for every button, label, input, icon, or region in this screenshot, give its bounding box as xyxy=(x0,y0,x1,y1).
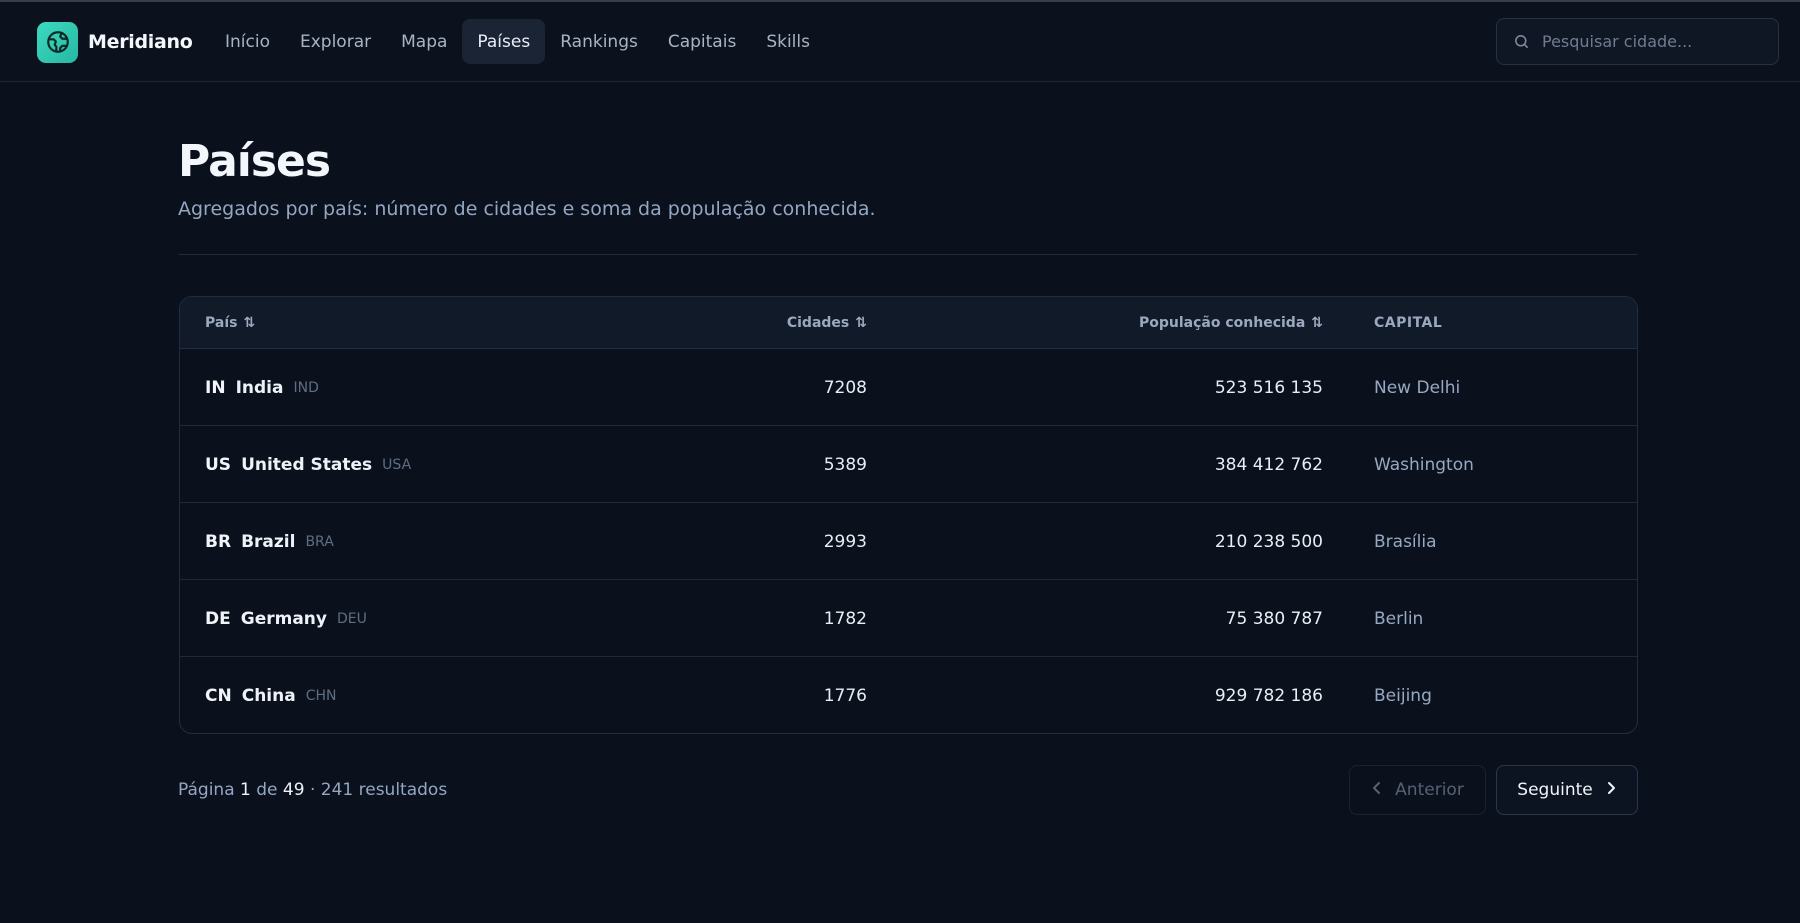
chevron-right-icon xyxy=(1605,781,1617,799)
capital-name: Beijing xyxy=(1374,685,1432,706)
sort-icon: ⇅ xyxy=(855,315,867,331)
country-cell: CN China CHN xyxy=(205,657,337,733)
page-subtitle: Agregados por país: número de cidades e … xyxy=(178,198,876,220)
nav-item-capitais[interactable]: Capitais xyxy=(653,19,751,64)
top-navbar: Meridiano Início Explorar Mapa Países Ra… xyxy=(0,2,1800,82)
capital-name: Brasília xyxy=(1374,531,1437,552)
pagination-prefix: Página xyxy=(178,780,235,800)
population-value: 929 782 186 xyxy=(1214,685,1323,706)
main-nav: Início Explorar Mapa Países Rankings Cap… xyxy=(210,19,825,64)
nav-item-mapa[interactable]: Mapa xyxy=(386,19,462,64)
population-value: 384 412 762 xyxy=(1214,454,1323,475)
next-page-button[interactable]: Seguinte xyxy=(1496,765,1638,815)
nav-item-paises[interactable]: Países xyxy=(462,19,546,64)
population-value: 75 380 787 xyxy=(1225,608,1323,629)
table-row[interactable]: BR Brazil BRA 2993 210 238 500 Brasília xyxy=(180,503,1637,580)
table-header: País ⇅ Cidades ⇅ População conhecida ⇅ C… xyxy=(180,297,1637,349)
header-divider xyxy=(178,254,1638,255)
country-iso3: CHN xyxy=(305,687,337,704)
capital-name: New Delhi xyxy=(1374,377,1461,398)
cities-count: 1776 xyxy=(823,685,867,706)
table-row[interactable]: DE Germany DEU 1782 75 380 787 Berlin xyxy=(180,580,1637,657)
column-header-cities[interactable]: Cidades ⇅ xyxy=(787,297,867,349)
country-cell: US United States USA xyxy=(205,426,411,503)
sort-icon: ⇅ xyxy=(243,315,256,331)
country-name[interactable]: United States xyxy=(241,455,372,475)
country-iso3: DEU xyxy=(336,610,367,627)
cities-count: 1782 xyxy=(823,608,867,629)
country-name[interactable]: India xyxy=(236,378,284,398)
country-code: IN xyxy=(205,377,226,398)
cities-count: 7208 xyxy=(823,377,867,398)
total-pages: 49 xyxy=(282,780,305,800)
search-icon xyxy=(1515,35,1528,48)
country-code: CN xyxy=(205,685,232,706)
results-count: · 241 resultados xyxy=(309,780,448,800)
nav-item-skills[interactable]: Skills xyxy=(751,19,825,64)
table-row[interactable]: CN China CHN 1776 929 782 186 Beijing xyxy=(180,657,1637,733)
search-input[interactable] xyxy=(1542,32,1762,51)
table-row[interactable]: IN India IND 7208 523 516 135 New Delhi xyxy=(180,349,1637,426)
nav-item-rankings[interactable]: Rankings xyxy=(545,19,653,64)
sort-icon: ⇅ xyxy=(1311,315,1323,331)
brand[interactable]: Meridiano xyxy=(37,21,193,63)
population-value: 210 238 500 xyxy=(1214,531,1323,552)
chevron-left-icon xyxy=(1371,781,1383,799)
country-cell: BR Brazil BRA xyxy=(205,503,334,580)
country-name[interactable]: China xyxy=(242,686,296,706)
column-header-population[interactable]: População conhecida ⇅ xyxy=(1139,297,1323,349)
cities-count: 2993 xyxy=(823,531,867,552)
country-iso3: USA xyxy=(382,456,412,473)
next-page-label: Seguinte xyxy=(1517,780,1593,800)
current-page: 1 xyxy=(240,780,251,800)
table-row[interactable]: US United States USA 5389 384 412 762 Wa… xyxy=(180,426,1637,503)
countries-table: País ⇅ Cidades ⇅ População conhecida ⇅ C… xyxy=(179,296,1638,734)
country-code: DE xyxy=(205,608,231,629)
globe-logo-icon xyxy=(37,21,78,63)
capital-name: Berlin xyxy=(1374,608,1424,629)
column-header-capital-label: CAPITAL xyxy=(1374,315,1443,331)
cities-count: 5389 xyxy=(823,454,867,475)
capital-name: Washington xyxy=(1374,454,1474,475)
pagination-of: de xyxy=(256,780,278,800)
previous-page-label: Anterior xyxy=(1395,780,1464,800)
country-name[interactable]: Brazil xyxy=(241,532,295,552)
previous-page-button[interactable]: Anterior xyxy=(1349,765,1486,815)
page-title: Países xyxy=(178,136,331,187)
country-cell: DE Germany DEU xyxy=(205,580,367,657)
column-header-cities-label: Cidades xyxy=(786,315,850,331)
country-iso3: BRA xyxy=(305,533,334,550)
country-name[interactable]: Germany xyxy=(241,609,327,629)
brand-name: Meridiano xyxy=(88,31,193,53)
nav-item-explorar[interactable]: Explorar xyxy=(285,19,386,64)
country-code: US xyxy=(205,454,232,475)
country-code: BR xyxy=(205,531,232,552)
country-cell: IN India IND xyxy=(205,349,319,426)
search-box[interactable] xyxy=(1496,18,1779,65)
population-value: 523 516 135 xyxy=(1214,377,1323,398)
column-header-capital: CAPITAL xyxy=(1374,297,1442,349)
column-header-country[interactable]: País ⇅ xyxy=(205,297,255,349)
nav-item-inicio[interactable]: Início xyxy=(210,19,285,64)
pagination-info: Página 1 de 49 · 241 resultados xyxy=(178,780,447,800)
country-iso3: IND xyxy=(293,379,319,396)
column-header-population-label: População conhecida xyxy=(1139,315,1306,331)
column-header-country-label: País xyxy=(205,315,238,331)
